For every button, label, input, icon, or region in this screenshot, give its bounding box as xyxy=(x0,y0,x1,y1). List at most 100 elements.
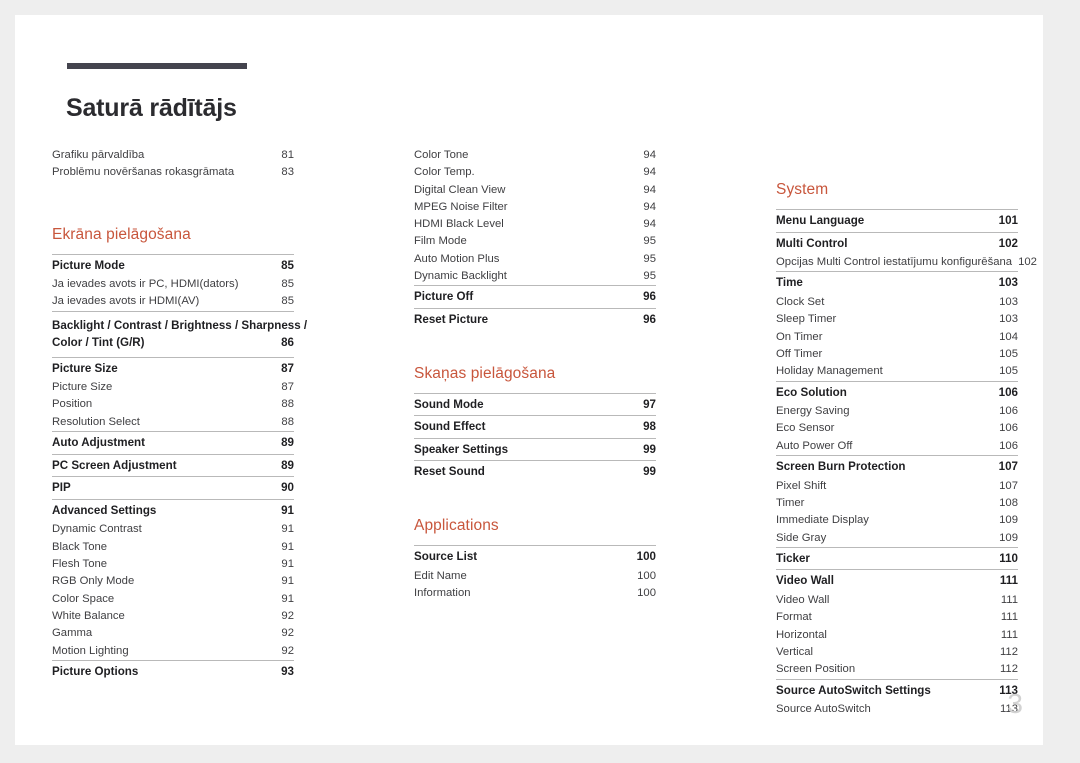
toc-group: PC Screen Adjustment 89 xyxy=(52,453,294,477)
toc-entry-sub[interactable]: Video Wall 111 xyxy=(776,592,1018,609)
toc-entry-wrapped[interactable]: Backlight / Contrast / Brightness / Shar… xyxy=(52,312,307,357)
toc-entry-label: Timer xyxy=(776,496,805,509)
toc-entry-main[interactable]: Source AutoSwitch Settings 113 xyxy=(776,680,1018,702)
toc-entry-sub[interactable]: Color Temp. 94 xyxy=(414,164,656,181)
toc-entry-page: 87 xyxy=(281,361,294,375)
toc-entry-main[interactable]: Screen Burn Protection 107 xyxy=(776,456,1018,478)
toc-entry-sub[interactable]: Film Mode 95 xyxy=(414,233,656,250)
section-heading: Skaņas pielāgošana xyxy=(414,364,556,382)
toc-entry-page: 99 xyxy=(643,465,656,479)
toc-entry-main[interactable]: Auto Adjustment 89 xyxy=(52,432,294,454)
toc-entry-sub[interactable]: HDMI Black Level 94 xyxy=(414,216,656,233)
toc-entry-label: Ja ievades avots ir PC, HDMI(dators) xyxy=(52,278,239,291)
toc-entry-main[interactable]: Reset Picture 96 xyxy=(414,309,656,331)
toc-entry-main[interactable]: Picture Mode 85 xyxy=(52,255,294,277)
toc-entry-sub[interactable]: Edit Name 100 xyxy=(414,568,656,585)
toc-entry-main[interactable]: Video Wall 111 xyxy=(776,570,1018,592)
toc-entry-label: Sound Effect xyxy=(414,420,486,434)
toc-entry-sub[interactable]: Information 100 xyxy=(414,585,656,602)
toc-entry-main[interactable]: Picture Options 93 xyxy=(52,661,294,683)
toc-entry-sub[interactable]: Screen Position 112 xyxy=(776,661,1018,678)
toc-entry-sub[interactable]: Source AutoSwitch 113 xyxy=(776,701,1018,718)
toc-entry-main[interactable]: PC Screen Adjustment 89 xyxy=(52,455,294,477)
toc-entry-sub[interactable]: Vertical 112 xyxy=(776,644,1018,661)
section-heading: Ekrāna pielāgošana xyxy=(52,225,191,243)
toc-entry-main[interactable]: Source List 100 xyxy=(414,546,656,568)
toc-entry-label: PIP xyxy=(52,481,71,495)
toc-entry-sub[interactable]: Color Space 91 xyxy=(52,591,294,608)
toc-entry-main[interactable]: Sound Effect 98 xyxy=(414,416,656,438)
toc-group: Color Tone 94 Color Temp. 94 Digital Clean V… xyxy=(414,147,656,285)
toc-group: Picture Size 87 Picture Size 87 Position 88 Re… xyxy=(52,356,294,431)
toc-entry-sub[interactable]: Digital Clean View 94 xyxy=(414,182,656,199)
toc-entry-main[interactable]: Menu Language 101 xyxy=(776,210,1018,232)
toc-entry-sub[interactable]: Motion Lighting 92 xyxy=(52,643,294,660)
toc-entry-sub[interactable]: Dynamic Backlight 95 xyxy=(414,268,656,285)
toc-entry-sub[interactable]: On Timer 104 xyxy=(776,329,1018,346)
toc-entry-label: Motion Lighting xyxy=(52,644,129,657)
toc-entry-main[interactable]: Reset Sound 99 xyxy=(414,461,656,483)
toc-entry-page: 91 xyxy=(281,523,294,536)
toc-entry-main[interactable]: Speaker Settings 99 xyxy=(414,439,656,461)
toc-entry-sub[interactable]: Energy Saving 106 xyxy=(776,403,1018,420)
toc-entry-sub[interactable]: Sleep Timer 103 xyxy=(776,311,1018,328)
toc-entry-sub[interactable]: Pixel Shift 107 xyxy=(776,478,1018,495)
toc-entry-sub[interactable]: Gamma 92 xyxy=(52,625,294,642)
toc-entry-sub[interactable]: Auto Power Off 106 xyxy=(776,438,1018,455)
toc-entry-main[interactable]: Picture Off 96 xyxy=(414,286,656,308)
toc-entry-sub[interactable]: Off Timer 105 xyxy=(776,346,1018,363)
toc-group: Multi Control 102 Opcijas Multi Control ie… xyxy=(776,231,1037,272)
toc-entry-label: Screen Burn Protection xyxy=(776,460,906,474)
toc-entry-sub[interactable]: Flesh Tone 91 xyxy=(52,556,294,573)
toc-entry-sub[interactable]: Ja ievades avots ir PC, HDMI(dators) 85 xyxy=(52,276,294,293)
toc-entry-sub[interactable]: RGB Only Mode 91 xyxy=(52,573,294,590)
toc-entry-sub[interactable]: Timer 108 xyxy=(776,495,1018,512)
toc-entry-sub[interactable]: Holiday Management 105 xyxy=(776,363,1018,380)
toc-entry-main[interactable]: PIP 90 xyxy=(52,477,294,499)
toc-entry-sub[interactable]: Clock Set 103 xyxy=(776,294,1018,311)
toc-entry-sub[interactable]: Problēmu novēršanas rokasgrāmata 83 xyxy=(52,164,294,181)
toc-entry-sub[interactable]: Color Tone 94 xyxy=(414,147,656,164)
toc-entry-main[interactable]: Sound Mode 97 xyxy=(414,394,656,416)
toc-entry-label: PC Screen Adjustment xyxy=(52,458,177,472)
toc-entry-main[interactable]: Advanced Settings 91 xyxy=(52,500,294,522)
toc-entry-page: 103 xyxy=(999,313,1018,326)
toc-entry-sub[interactable]: Format 111 xyxy=(776,609,1018,626)
toc-group: Picture Off 96 xyxy=(414,285,656,308)
toc-entry-label: Reset Sound xyxy=(414,465,485,479)
toc-entry-sub[interactable]: Opcijas Multi Control iestatījumu konfig… xyxy=(776,254,1037,271)
toc-entry-page: 94 xyxy=(643,183,656,196)
toc-entry-label: Color Tone xyxy=(414,149,469,161)
toc-entry-page: 104 xyxy=(999,330,1018,343)
toc-entry-sub[interactable]: White Balance 92 xyxy=(52,608,294,625)
toc-entry-sub[interactable]: Eco Sensor 106 xyxy=(776,420,1018,437)
toc-entry-main[interactable]: Multi Control 102 xyxy=(776,233,1018,255)
toc-entry-main[interactable]: Eco Solution 106 xyxy=(776,382,1018,404)
toc-entry-main[interactable]: Time 103 xyxy=(776,272,1018,294)
toc-entry-label-line2: Color / Tint (G/R) xyxy=(52,336,145,350)
toc-entry-sub[interactable]: Resolution Select 88 xyxy=(52,414,294,431)
toc-entry-sub[interactable]: Horizontal 111 xyxy=(776,627,1018,644)
toc-group: Advanced Settings 91 Dynamic Contrast 91 Bla… xyxy=(52,498,294,660)
section-heading: Applications xyxy=(414,516,499,534)
toc-entry-main[interactable]: Ticker 110 xyxy=(776,548,1018,570)
toc-entry-sub[interactable]: Grafiku pārvaldība 81 xyxy=(52,147,294,164)
toc-entry-sub[interactable]: Side Gray 109 xyxy=(776,530,1018,547)
toc-entry-sub[interactable]: Position 88 xyxy=(52,396,294,413)
toc-entry-sub[interactable]: MPEG Noise Filter 94 xyxy=(414,199,656,216)
toc-entry-sub[interactable]: Picture Size 87 xyxy=(52,379,294,396)
toc-entry-page: 92 xyxy=(281,627,294,640)
toc-entry-sub[interactable]: Dynamic Contrast 91 xyxy=(52,521,294,538)
toc-entry-sub[interactable]: Ja ievades avots ir HDMI(AV) 85 xyxy=(52,293,294,310)
toc-entry-sub[interactable]: Black Tone 91 xyxy=(52,539,294,556)
toc-entry-label: Gamma xyxy=(52,627,93,640)
toc-entry-main[interactable]: Picture Size 87 xyxy=(52,358,294,380)
toc-entry-sub[interactable]: Immediate Display 109 xyxy=(776,512,1018,529)
toc-entry-label: Off Timer xyxy=(776,347,823,360)
toc-entry-page: 92 xyxy=(281,644,294,657)
toc-entry-page: 106 xyxy=(999,422,1018,435)
toc-entry-sub[interactable]: Auto Motion Plus 95 xyxy=(414,251,656,268)
toc-entry-label: Picture Size xyxy=(52,361,118,375)
page-number: 3 xyxy=(1007,688,1023,719)
